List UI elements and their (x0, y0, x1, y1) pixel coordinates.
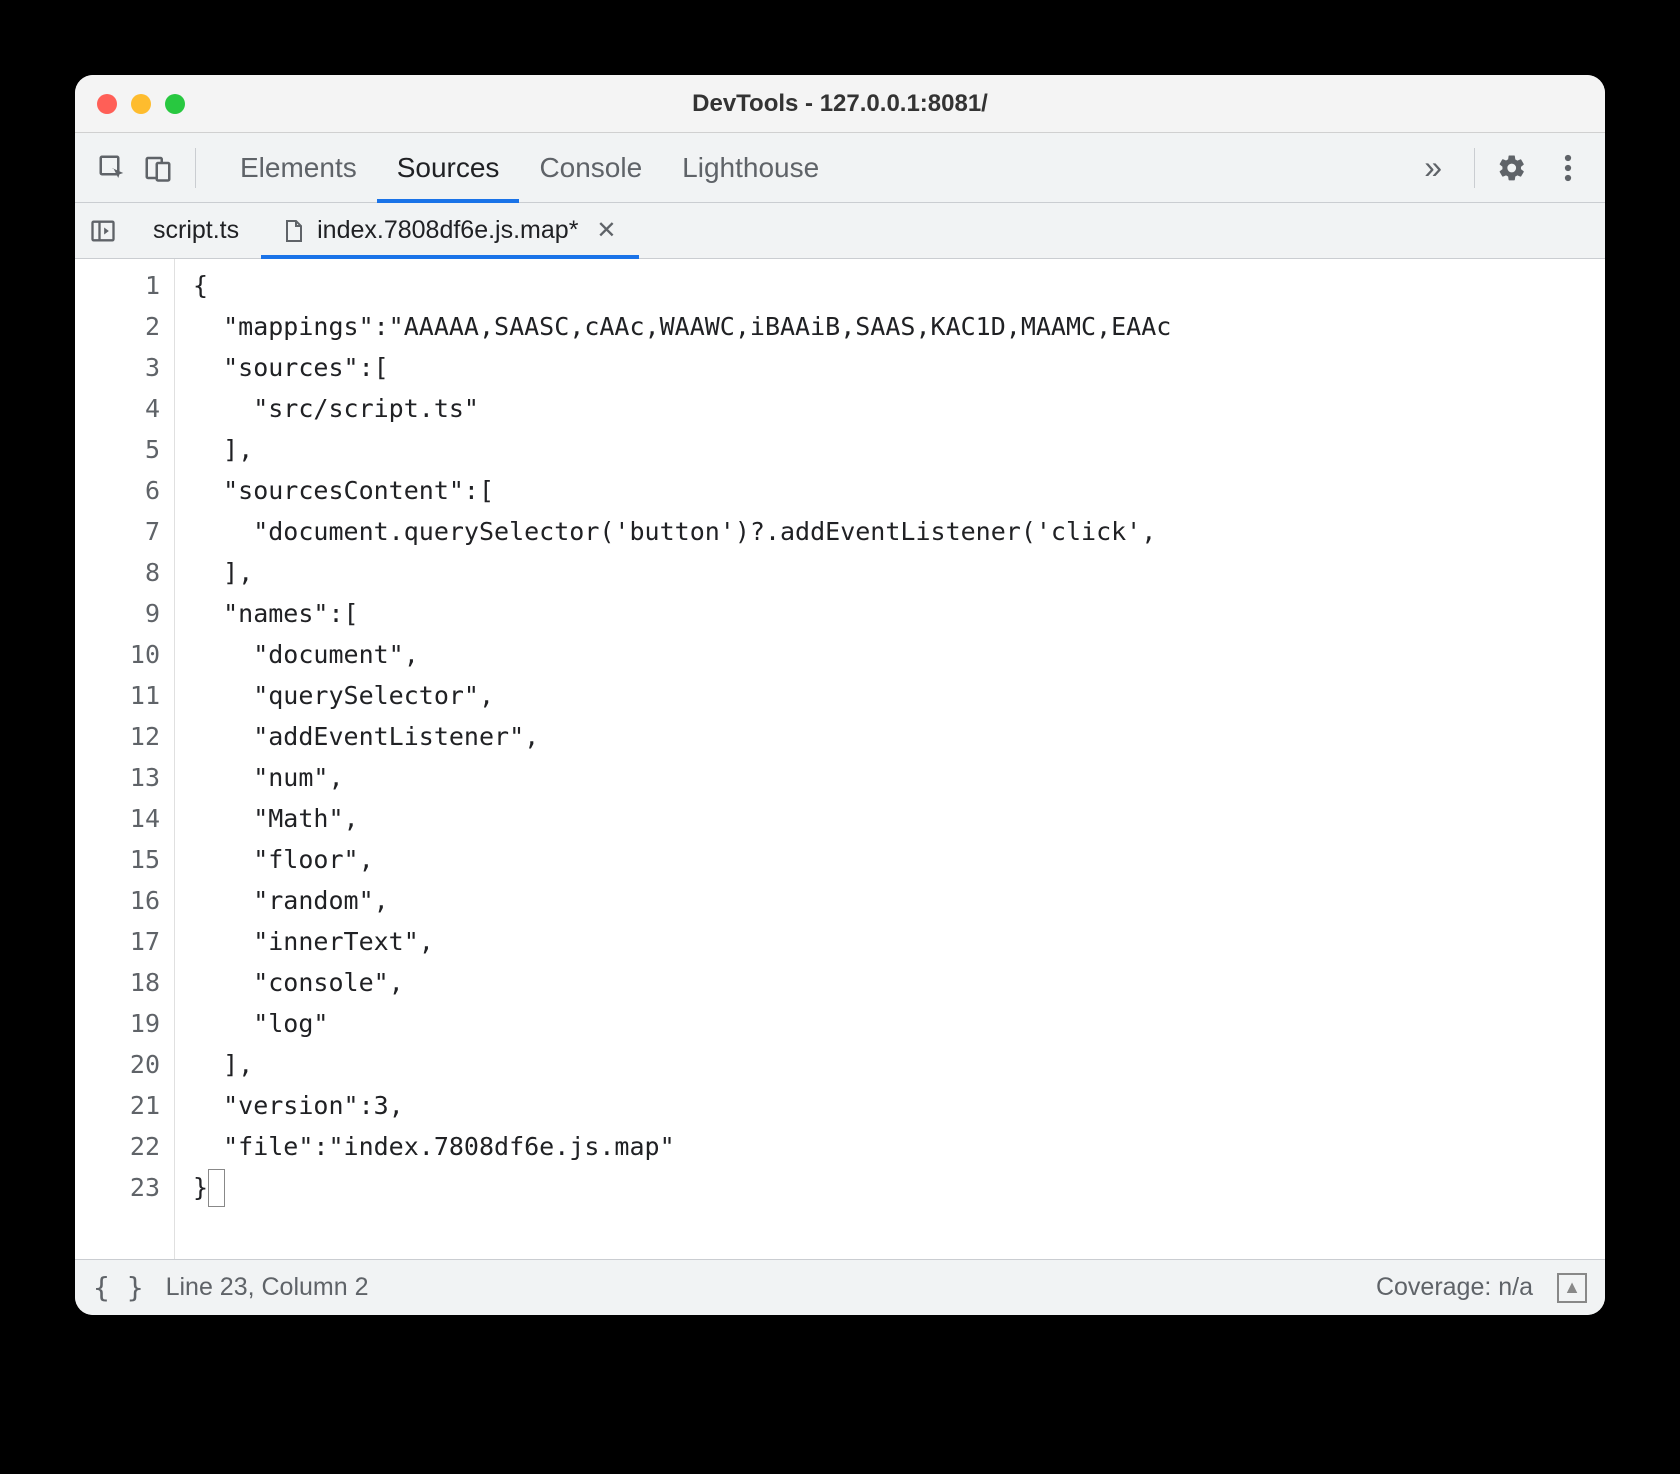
code-content[interactable]: { "mappings":"AAAAA,SAASC,cAAc,WAAWC,iBA… (175, 259, 1605, 1259)
inspect-element-icon[interactable] (89, 145, 135, 191)
code-line[interactable]: "querySelector", (193, 675, 1605, 716)
toggle-navigator-icon[interactable] (75, 203, 131, 258)
code-line[interactable]: "document", (193, 634, 1605, 675)
window-controls (75, 94, 185, 114)
cursor-position: Line 23, Column 2 (166, 1273, 369, 1302)
line-number[interactable]: 14 (99, 798, 160, 839)
document-icon (283, 218, 305, 244)
file-tabs: script.ts index.7808df6e.js.map* ✕ (131, 203, 639, 258)
code-line[interactable]: "sourcesContent":[ (193, 470, 1605, 511)
code-line[interactable]: "document.querySelector('button')?.addEv… (193, 511, 1605, 552)
line-number[interactable]: 12 (99, 716, 160, 757)
line-number[interactable]: 20 (99, 1044, 160, 1085)
text-cursor (208, 1169, 225, 1207)
settings-icon[interactable] (1489, 145, 1535, 191)
line-number[interactable]: 1 (99, 265, 160, 306)
line-number[interactable]: 21 (99, 1085, 160, 1126)
line-number[interactable]: 18 (99, 962, 160, 1003)
line-number[interactable]: 7 (99, 511, 160, 552)
maximize-window-button[interactable] (165, 94, 185, 114)
code-line[interactable]: "num", (193, 757, 1605, 798)
line-number[interactable]: 16 (99, 880, 160, 921)
code-line[interactable]: ], (193, 1044, 1605, 1085)
kebab-menu-icon[interactable] (1545, 145, 1591, 191)
file-tab-label: index.7808df6e.js.map* (317, 216, 578, 245)
toggle-drawer-icon[interactable]: ▲ (1557, 1273, 1587, 1303)
panel-tab-console[interactable]: Console (539, 133, 642, 202)
line-number[interactable]: 2 (99, 306, 160, 347)
code-line[interactable]: "addEventListener", (193, 716, 1605, 757)
line-number[interactable]: 4 (99, 388, 160, 429)
line-number[interactable]: 22 (99, 1126, 160, 1167)
line-gutter: 1234567891011121314151617181920212223 (75, 259, 175, 1259)
code-line[interactable]: "console", (193, 962, 1605, 1003)
line-number[interactable]: 6 (99, 470, 160, 511)
panel-tab-lighthouse[interactable]: Lighthouse (682, 133, 819, 202)
code-line[interactable]: } (193, 1167, 1605, 1208)
panel-tab-elements[interactable]: Elements (240, 133, 357, 202)
file-tab[interactable]: index.7808df6e.js.map* ✕ (261, 203, 638, 258)
code-line[interactable]: "mappings":"AAAAA,SAASC,cAAc,WAAWC,iBAAi… (193, 306, 1605, 347)
file-tab-label: script.ts (153, 216, 239, 245)
code-line[interactable]: "sources":[ (193, 347, 1605, 388)
line-number[interactable]: 5 (99, 429, 160, 470)
line-number[interactable]: 8 (99, 552, 160, 593)
close-tab-icon[interactable]: ✕ (596, 216, 616, 245)
window-title: DevTools - 127.0.0.1:8081/ (75, 90, 1605, 118)
line-number[interactable]: 9 (99, 593, 160, 634)
code-line[interactable]: "Math", (193, 798, 1605, 839)
line-number[interactable]: 23 (99, 1167, 160, 1208)
toolbar-right (1489, 145, 1591, 191)
titlebar: DevTools - 127.0.0.1:8081/ (75, 75, 1605, 133)
line-number[interactable]: 15 (99, 839, 160, 880)
line-number[interactable]: 10 (99, 634, 160, 675)
device-toolbar-icon[interactable] (135, 145, 181, 191)
code-line[interactable]: ], (193, 429, 1605, 470)
minimize-window-button[interactable] (131, 94, 151, 114)
close-window-button[interactable] (97, 94, 117, 114)
line-number[interactable]: 17 (99, 921, 160, 962)
more-panels-button[interactable]: » (1406, 149, 1460, 186)
code-line[interactable]: "names":[ (193, 593, 1605, 634)
line-number[interactable]: 11 (99, 675, 160, 716)
statusbar: { } Line 23, Column 2 Coverage: n/a ▲ (75, 1259, 1605, 1315)
file-tab[interactable]: script.ts (131, 203, 261, 258)
code-line[interactable]: "src/script.ts" (193, 388, 1605, 429)
toolbar-separator (1474, 148, 1475, 188)
code-line[interactable]: "floor", (193, 839, 1605, 880)
coverage-status: Coverage: n/a (1376, 1273, 1533, 1302)
line-number[interactable]: 19 (99, 1003, 160, 1044)
code-line[interactable]: "log" (193, 1003, 1605, 1044)
panel-tab-sources[interactable]: Sources (397, 133, 500, 202)
line-number[interactable]: 13 (99, 757, 160, 798)
code-editor[interactable]: 1234567891011121314151617181920212223 { … (75, 259, 1605, 1259)
pretty-print-icon[interactable]: { } (93, 1271, 144, 1304)
code-line[interactable]: "innerText", (193, 921, 1605, 962)
devtools-window: DevTools - 127.0.0.1:8081/ Elements Sourc… (75, 75, 1605, 1315)
code-line[interactable]: ], (193, 552, 1605, 593)
panel-tabs: Elements Sources Console Lighthouse (240, 133, 1406, 202)
line-number[interactable]: 3 (99, 347, 160, 388)
main-toolbar: Elements Sources Console Lighthouse » (75, 133, 1605, 203)
sources-subtoolbar: script.ts index.7808df6e.js.map* ✕ (75, 203, 1605, 259)
status-left: { } Line 23, Column 2 (93, 1271, 368, 1304)
toolbar-separator (195, 148, 196, 188)
code-line[interactable]: "file":"index.7808df6e.js.map" (193, 1126, 1605, 1167)
status-right: Coverage: n/a ▲ (1376, 1273, 1587, 1303)
code-line[interactable]: "random", (193, 880, 1605, 921)
code-line[interactable]: "version":3, (193, 1085, 1605, 1126)
code-line[interactable]: { (193, 265, 1605, 306)
